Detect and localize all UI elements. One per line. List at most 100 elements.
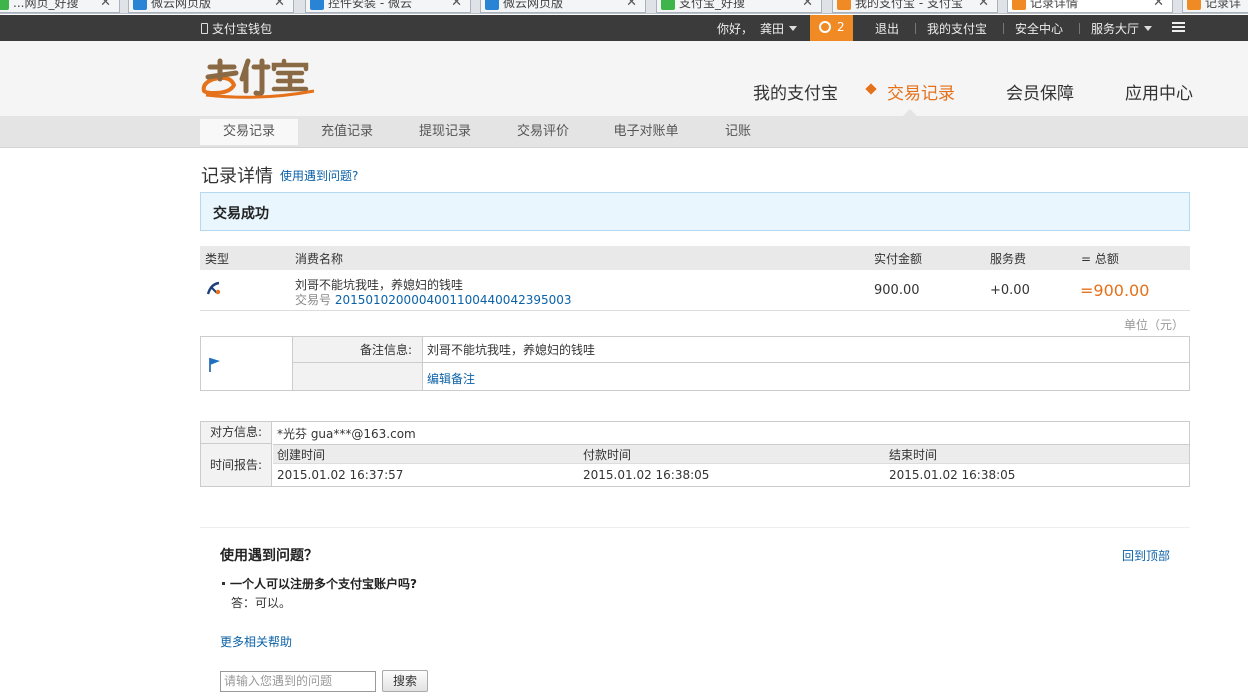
close-icon[interactable]: ✕ <box>626 0 637 10</box>
unit-label: 单位（元） <box>1124 318 1185 332</box>
browser-tab-label: 记录详情 <box>1030 0 1079 10</box>
close-icon[interactable]: ✕ <box>802 0 813 10</box>
menu-icon[interactable] <box>1164 15 1192 41</box>
browser-tab-strip: ...网页_好搜 ✕ 微云网页版 ✕ 控件安装 - 微云 ✕ 微云网页版 ✕ 支付宝_好… <box>0 0 1248 14</box>
browser-tab-active[interactable]: 记录详情 ✕ <box>1007 0 1173 13</box>
alipay-logo[interactable] <box>200 57 316 99</box>
col-amount: 实付金额 <box>874 252 923 266</box>
alarm-count: 2 <box>837 20 845 34</box>
browser-tab[interactable]: 我的支付宝 - 支付宝 ✕ <box>832 0 998 13</box>
status-text: 交易成功 <box>213 206 269 222</box>
user-name: 龚田 <box>760 22 785 36</box>
weiyun-icon <box>485 0 499 10</box>
col-fee: 服务费 <box>990 252 1027 266</box>
back-to-top-link[interactable]: 回到顶部 <box>1122 547 1170 564</box>
col-name: 消费名称 <box>295 252 344 266</box>
end-time: 2015.01.02 16:38:05 <box>889 468 1016 482</box>
faq-question-text: 一个人可以注册多个支付宝账户吗? <box>230 577 417 591</box>
table-header: 类型 消费名称 实付金额 服务费 = 总额 <box>200 246 1190 270</box>
note-box: 备注信息: 刘哥不能坑我哇，养媳妇的钱哇 编辑备注 <box>200 336 1190 391</box>
close-icon[interactable]: ✕ <box>274 0 285 10</box>
col-total: = 总额 <box>1081 252 1119 266</box>
browser-tab-label: 微云网页版 <box>151 0 212 10</box>
table-row: 刘哥不能坑我哇，养媳妇的钱哇 交易号 201501020000400110044… <box>200 270 1190 311</box>
note-label-blank <box>293 363 423 390</box>
amount-value: 900.00 <box>874 283 920 298</box>
faq-answer: 答：可以。 <box>231 596 292 610</box>
time-report-label: 时间报告: <box>201 444 272 486</box>
phone-icon <box>201 23 208 34</box>
note-label: 备注信息: <box>293 337 423 363</box>
browser-tab[interactable]: 控件安装 - 微云 ✕ <box>305 0 471 13</box>
wallet-link[interactable]: 支付宝钱包 <box>201 20 272 37</box>
paid-time: 2015.01.02 16:38:05 <box>583 468 710 482</box>
browser-tab-label: ...网页_好搜 <box>13 0 79 10</box>
sub-nav: 交易记录 充值记录 提现记录 交易评价 电子对账单 记账 <box>0 116 1248 148</box>
browser-tab[interactable]: 微云网页版 ✕ <box>128 0 294 13</box>
search-button[interactable]: 搜索 <box>382 670 428 692</box>
active-indicator-icon <box>865 83 877 95</box>
alipay-icon <box>1012 0 1026 10</box>
nav-pointer <box>903 109 917 116</box>
fee-value: +0.00 <box>990 283 1030 298</box>
trade-number-label: 交易号 <box>295 293 332 307</box>
haosou-icon <box>0 0 9 10</box>
subnav-statement[interactable]: 电子对账单 <box>592 119 700 145</box>
nav-app-center[interactable]: 应用中心 <box>1125 79 1193 104</box>
subnav-bookkeeping[interactable]: 记账 <box>705 119 771 145</box>
nav-my-alipay[interactable]: 我的支付宝 <box>753 79 838 104</box>
my-alipay-link[interactable]: 我的支付宝 <box>927 20 987 37</box>
close-icon[interactable]: ✕ <box>100 0 111 10</box>
nav-member-protection[interactable]: 会员保障 <box>1006 79 1074 104</box>
service-hall-menu[interactable]: 服务大厅 <box>1091 20 1153 37</box>
browser-tab-label: 我的支付宝 - 支付宝 <box>855 0 963 10</box>
faq-question[interactable]: 一个人可以注册多个支付宝账户吗? <box>222 575 417 592</box>
close-icon[interactable]: ✕ <box>451 0 462 10</box>
alarm-clock-icon <box>819 21 831 33</box>
counterparty-box: 对方信息: *光芬 gua***@163.com 时间报告: 创建时间 付款时间… <box>200 421 1190 487</box>
chevron-down-icon <box>1144 26 1153 31</box>
trade-number-value[interactable]: 2015010200004001100440042395003 <box>335 293 572 307</box>
counterparty-value: *光芬 gua***@163.com <box>277 427 416 441</box>
col-type: 类型 <box>205 252 230 266</box>
question-search-input[interactable]: 请输入您遇到的问题 <box>220 671 376 692</box>
alarm-button[interactable]: 2 <box>810 15 853 41</box>
faq-title: 使用遇到问题？ <box>220 548 318 564</box>
page-title: 记录详情 <box>201 166 273 187</box>
subnav-withdraw[interactable]: 提现记录 <box>396 119 494 145</box>
time-header-row <box>273 444 1189 464</box>
browser-tab-label: 记录详 <box>1205 0 1242 10</box>
divider <box>915 23 916 34</box>
nav-transactions[interactable]: 交易记录 <box>887 79 955 104</box>
flag-cell <box>201 337 293 390</box>
logout-link[interactable]: 退出 <box>875 20 899 37</box>
close-icon[interactable]: ✕ <box>978 0 989 10</box>
counterparty-label: 对方信息: <box>201 422 272 444</box>
more-help-link[interactable]: 更多相关帮助 <box>220 633 292 650</box>
security-center-link[interactable]: 安全中心 <box>1015 20 1063 37</box>
edit-note-link[interactable]: 编辑备注 <box>427 370 475 387</box>
status-banner: 交易成功 <box>200 192 1190 231</box>
close-icon[interactable]: ✕ <box>1153 0 1164 10</box>
browser-tab[interactable]: 微云网页版 ✕ <box>480 0 646 13</box>
subnav-transactions[interactable]: 交易记录 <box>200 119 298 145</box>
browser-tab-label: 支付宝_好搜 <box>679 0 746 10</box>
site-header: 我的支付宝 交易记录 会员保障 应用中心 <box>0 41 1248 116</box>
user-menu[interactable]: 龚田 <box>760 20 798 37</box>
service-hall-label: 服务大厅 <box>1091 22 1140 36</box>
browser-tab[interactable]: 支付宝_好搜 ✕ <box>656 0 822 13</box>
total-value: =900.00 <box>1080 281 1150 300</box>
browser-tab[interactable]: 记录详 <box>1182 0 1248 13</box>
help-link[interactable]: 使用遇到问题? <box>280 167 358 184</box>
weiyun-icon <box>133 0 147 10</box>
chevron-down-icon <box>789 26 798 31</box>
browser-tab[interactable]: ...网页_好搜 ✕ <box>0 0 120 13</box>
note-value: 刘哥不能坑我哇，养媳妇的钱哇 <box>423 337 1189 363</box>
haosou-icon <box>661 0 675 10</box>
divider <box>1003 23 1004 34</box>
browser-tab-label: 微云网页版 <box>503 0 564 10</box>
divider <box>200 527 1190 528</box>
created-time: 2015.01.02 16:37:57 <box>277 468 404 482</box>
subnav-reviews[interactable]: 交易评价 <box>494 119 592 145</box>
subnav-recharge[interactable]: 充值记录 <box>298 119 396 145</box>
